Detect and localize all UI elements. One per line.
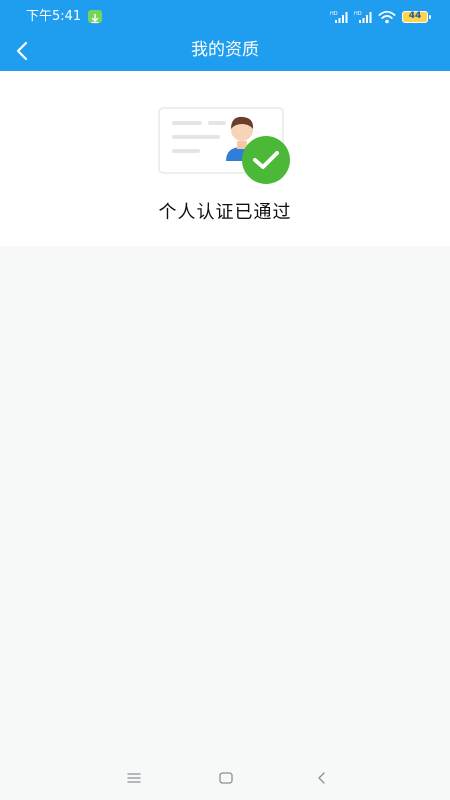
verification-card: 个人认证已通过 [0,71,450,246]
wifi-icon [378,10,396,24]
battery-level: 44 [408,11,422,21]
id-card-verified-icon [158,107,290,184]
nav-home-button[interactable] [214,766,238,790]
battery-icon: 44 [402,11,431,23]
page-title: 我的资质 [191,40,259,60]
status-bar: 下午5:41 HD HD 44 [0,0,450,34]
signal-icon-2: HD [354,11,372,23]
status-icons: HD HD 44 [330,8,431,26]
menu-icon [127,773,141,783]
nav-back-button[interactable] [309,766,333,790]
app-header: 下午5:41 HD HD 44 我的资质 [0,0,450,71]
status-time: 下午5:41 [26,9,82,24]
back-triangle-icon [318,772,325,784]
signal-icon: HD [330,11,348,23]
square-icon [219,772,233,784]
svg-text:HD: HD [354,11,362,17]
nav-menu-button[interactable] [122,766,146,790]
title-bar: 我的资质 [0,34,450,71]
verification-status: 个人认证已通过 [158,202,292,223]
download-icon [88,10,102,24]
svg-text:HD: HD [330,11,338,17]
system-nav-bar [0,756,450,800]
